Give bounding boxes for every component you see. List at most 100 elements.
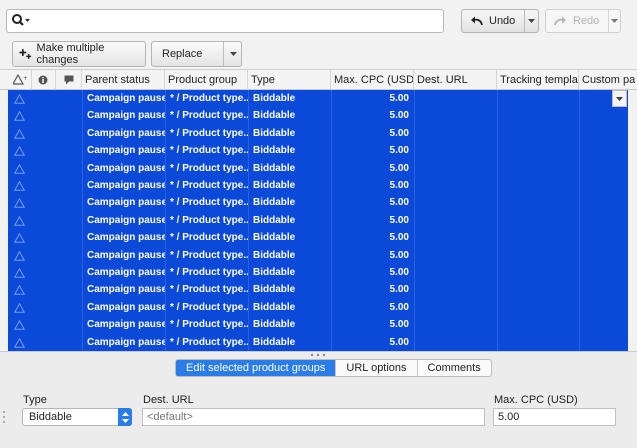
cell-type: Biddable bbox=[253, 319, 296, 331]
cell-type: Biddable bbox=[253, 145, 296, 157]
table-row[interactable]: Campaign paused * / Product type... Biddab… bbox=[8, 247, 628, 264]
cell-max-cpc: 5.00 bbox=[389, 214, 409, 226]
cell-parent-status: Campaign paused bbox=[87, 267, 165, 278]
redo-split-button: Redo bbox=[545, 9, 621, 33]
cell-parent-status: Campaign paused bbox=[87, 336, 165, 348]
cell-product-group: * / Product type... bbox=[170, 110, 248, 122]
cell-product-group: * / Product type... bbox=[170, 127, 248, 139]
cell-max-cpc: 5.00 bbox=[389, 162, 409, 174]
cell-max-cpc: 5.00 bbox=[389, 197, 409, 209]
info-circle-icon bbox=[38, 75, 48, 85]
sort-alert-icon: + bbox=[11, 73, 28, 85]
chevron-down-icon bbox=[528, 19, 536, 23]
table-row[interactable]: Campaign paused * / Product type... Biddab… bbox=[8, 212, 628, 229]
cell-type: Biddable bbox=[253, 284, 296, 296]
redo-dropdown-chevron[interactable] bbox=[609, 10, 620, 32]
chevron-down-icon bbox=[611, 19, 619, 23]
undo-label: Undo bbox=[489, 15, 516, 27]
cell-max-cpc: 5.00 bbox=[389, 232, 409, 244]
table-row[interactable]: Campaign paused * / Product type... Biddab… bbox=[8, 160, 628, 177]
cell-max-cpc: 5.00 bbox=[389, 93, 409, 104]
search-icon[interactable] bbox=[11, 13, 31, 29]
cell-parent-status: Campaign paused bbox=[87, 127, 165, 139]
plus-multiple-icon bbox=[19, 49, 32, 59]
warning-triangle-icon bbox=[14, 125, 25, 142]
dest-url-label: Dest. URL bbox=[143, 394, 194, 406]
column-header-type[interactable]: Type bbox=[248, 70, 331, 90]
cell-product-group: * / Product type... bbox=[170, 249, 248, 261]
cell-max-cpc: 5.00 bbox=[389, 249, 409, 261]
search-input[interactable] bbox=[6, 9, 444, 33]
redo-label: Redo bbox=[573, 15, 600, 27]
cell-parent-status: Campaign paused bbox=[87, 301, 165, 313]
table-row[interactable]: Campaign paused * / Product type... Biddab… bbox=[8, 107, 628, 124]
column-header-info[interactable] bbox=[32, 70, 56, 90]
dest-url-field[interactable] bbox=[142, 408, 485, 426]
column-header-parent-status[interactable]: Parent status bbox=[82, 70, 165, 90]
type-select[interactable]: Biddable bbox=[22, 408, 132, 426]
warning-triangle-icon bbox=[14, 212, 25, 229]
table-row[interactable]: Campaign paused * / Product type... Biddab… bbox=[8, 90, 628, 107]
replace-text-button[interactable]: Replace text bbox=[152, 42, 224, 84]
tab-comments[interactable]: Comments bbox=[418, 360, 491, 376]
table-row[interactable]: Campaign paused * / Product type... Biddab… bbox=[8, 125, 628, 142]
cell-type: Biddable bbox=[253, 180, 296, 191]
table-row[interactable]: Campaign paused * / Product type... Biddab… bbox=[8, 229, 628, 246]
cell-product-group: * / Product type... bbox=[170, 214, 248, 226]
panel-grip[interactable] bbox=[2, 410, 6, 424]
chevron-down-icon bbox=[230, 52, 237, 56]
cell-type: Biddable bbox=[253, 249, 296, 261]
cell-type: Biddable bbox=[253, 93, 296, 104]
table-row[interactable]: Campaign paused * / Product type... Biddab… bbox=[8, 194, 628, 211]
type-select-value: Biddable bbox=[29, 411, 72, 423]
table-row[interactable]: Campaign paused * / Product type... Biddab… bbox=[8, 177, 628, 194]
table-row[interactable]: Campaign paused * / Product type... Biddab… bbox=[8, 334, 628, 351]
comment-bubble-icon bbox=[64, 75, 74, 85]
cell-product-group: * / Product type... bbox=[170, 145, 248, 157]
table-row[interactable]: Campaign paused * / Product type... Biddab… bbox=[8, 316, 628, 333]
tab-url-options[interactable]: URL options bbox=[336, 360, 418, 376]
column-header-alert[interactable]: + bbox=[8, 70, 32, 90]
table-row[interactable]: Campaign paused * / Product type... Biddab… bbox=[8, 281, 628, 298]
warning-triangle-icon bbox=[14, 316, 25, 333]
redo-button[interactable]: Redo bbox=[546, 10, 610, 32]
column-header-custom-parameters[interactable]: Custom pa bbox=[579, 70, 637, 90]
column-header-dest-url[interactable]: Dest. URL bbox=[414, 70, 497, 90]
column-header-product-group[interactable]: Product group bbox=[165, 70, 248, 90]
cell-product-group: * / Product type... bbox=[170, 301, 248, 313]
cell-product-group: * / Product type... bbox=[170, 180, 248, 191]
undo-button[interactable]: Undo bbox=[462, 10, 526, 32]
cell-product-group: * / Product type... bbox=[170, 319, 248, 331]
column-header-max-cpc[interactable]: Max. CPC (USD) bbox=[331, 70, 414, 90]
table-row[interactable]: Campaign paused * / Product type... Biddab… bbox=[8, 142, 628, 159]
warning-triangle-icon bbox=[14, 90, 25, 107]
warning-triangle-icon bbox=[14, 160, 25, 177]
tab-edit-selected-product-groups[interactable]: Edit selected product groups bbox=[176, 360, 337, 376]
cell-product-group: * / Product type... bbox=[170, 162, 248, 174]
undo-dropdown-chevron[interactable] bbox=[525, 10, 538, 32]
row-gutter bbox=[0, 90, 8, 351]
cell-product-group: * / Product type... bbox=[170, 336, 248, 348]
cell-parent-status: Campaign paused bbox=[87, 110, 165, 122]
warning-triangle-icon bbox=[14, 334, 25, 351]
custom-parameters-dropdown[interactable] bbox=[612, 90, 627, 107]
cell-product-group: * / Product type... bbox=[170, 267, 248, 278]
cell-max-cpc: 5.00 bbox=[389, 301, 409, 313]
make-multiple-changes-button[interactable]: Make multiple changes bbox=[12, 41, 146, 67]
cell-type: Biddable bbox=[253, 336, 296, 348]
select-stepper-icon bbox=[118, 408, 132, 426]
replace-text-dropdown[interactable] bbox=[224, 52, 241, 56]
edit-panel-tabs: Edit selected product groups URL options… bbox=[175, 359, 492, 377]
resize-handle[interactable] bbox=[309, 353, 327, 357]
column-header-tracking-template[interactable]: Tracking template bbox=[497, 70, 579, 90]
table-row[interactable]: Campaign paused * / Product type... Biddab… bbox=[8, 299, 628, 316]
table-row[interactable]: Campaign paused * / Product type... Biddab… bbox=[8, 264, 628, 281]
cell-max-cpc: 5.00 bbox=[389, 284, 409, 296]
cell-product-group: * / Product type... bbox=[170, 93, 248, 104]
warning-triangle-icon bbox=[14, 107, 25, 124]
scroll-gutter bbox=[628, 90, 637, 351]
table-header: + Parent status Product group Type Max. … bbox=[0, 70, 637, 90]
top-toolbar: Undo Redo bbox=[0, 0, 637, 38]
column-header-comments[interactable] bbox=[56, 70, 82, 90]
max-cpc-field[interactable] bbox=[493, 408, 616, 426]
